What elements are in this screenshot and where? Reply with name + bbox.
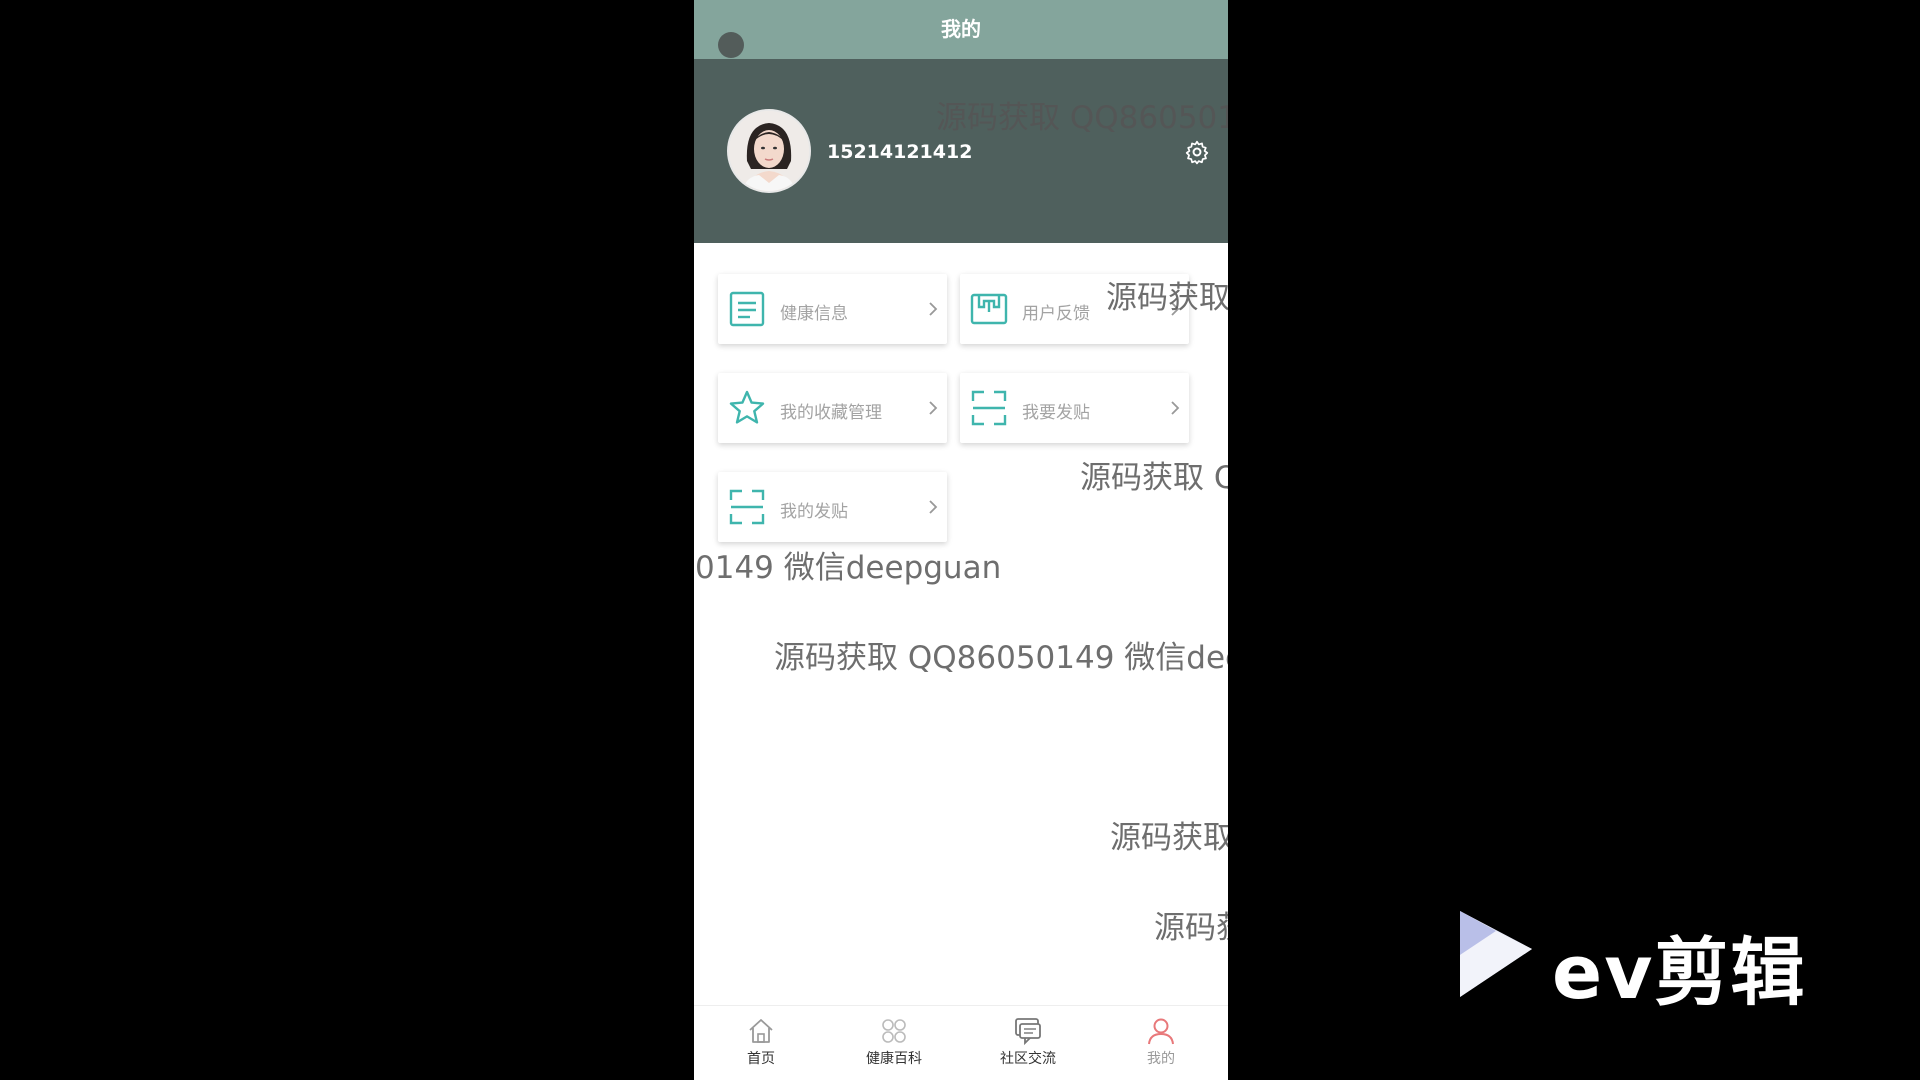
menu-label: 我要发贴 bbox=[1022, 403, 1090, 423]
ev-editor-watermark: ev剪辑 bbox=[1452, 905, 1832, 1016]
chat-icon bbox=[1015, 1018, 1041, 1046]
tab-health-wiki[interactable]: 健康百科 bbox=[839, 1016, 949, 1068]
page-title: 我的 bbox=[941, 17, 981, 41]
brand-text: ev剪辑 bbox=[1552, 930, 1807, 1016]
home-icon bbox=[749, 1019, 773, 1043]
tab-label: 首页 bbox=[747, 1051, 775, 1067]
tab-mine[interactable]: 我的 bbox=[1106, 1016, 1216, 1068]
menu-label: 用户反馈 bbox=[1022, 304, 1090, 324]
menu-favorites[interactable]: 我的收藏管理 bbox=[718, 373, 947, 443]
floating-dot[interactable] bbox=[718, 32, 744, 58]
watermark-text: 源码获取 Q bbox=[1080, 460, 1228, 496]
scan-frame-icon bbox=[729, 489, 765, 525]
tab-label: 我的 bbox=[1147, 1051, 1175, 1067]
menu-my-posts[interactable]: 我的发贴 bbox=[718, 472, 947, 542]
menu-label: 健康信息 bbox=[780, 304, 848, 324]
chevron-right-icon bbox=[929, 302, 938, 316]
watermark-text: 源码获取 bbox=[1106, 280, 1228, 316]
avatar[interactable] bbox=[727, 109, 811, 193]
tab-label: 健康百科 bbox=[866, 1051, 922, 1067]
watermark-text: 0149 微信deepguan bbox=[695, 550, 1002, 586]
phone-screen: 我的 15214121412 健康信息 用户反馈 我的收藏管理 我要发贴 我的发… bbox=[694, 0, 1228, 1080]
chevron-right-icon bbox=[929, 401, 938, 415]
document-icon bbox=[729, 291, 765, 327]
watermark-text: 源码获取 bbox=[1110, 820, 1228, 856]
tab-bar: 首页 健康百科 社区交流 我的 bbox=[694, 1005, 1228, 1080]
tab-community[interactable]: 社区交流 bbox=[973, 1016, 1083, 1068]
menu-label: 我的收藏管理 bbox=[780, 403, 882, 423]
watermark-text: 源码获 bbox=[1154, 910, 1228, 946]
user-icon bbox=[1148, 1018, 1174, 1045]
star-icon bbox=[729, 390, 765, 424]
scan-frame-icon bbox=[971, 390, 1007, 426]
tab-label: 社区交流 bbox=[1000, 1051, 1056, 1067]
watermark-text: 源码获取 QQ86050149 微信deep bbox=[774, 640, 1228, 676]
feedback-icon bbox=[970, 293, 1008, 325]
tab-home[interactable]: 首页 bbox=[706, 1016, 816, 1068]
gear-icon[interactable] bbox=[1184, 139, 1210, 165]
avatar-portrait-icon bbox=[729, 111, 809, 191]
watermark-text: 源码获取 QQ86050149 bbox=[936, 100, 1228, 136]
title-bar: 我的 bbox=[694, 0, 1228, 59]
username: 15214121412 bbox=[827, 141, 973, 163]
chevron-right-icon bbox=[929, 500, 938, 514]
chevron-right-icon bbox=[1171, 401, 1180, 415]
profile-header: 15214121412 bbox=[694, 59, 1228, 243]
play-logo-icon bbox=[1460, 911, 1532, 997]
grid-circles-icon bbox=[882, 1019, 906, 1043]
menu-label: 我的发贴 bbox=[780, 502, 848, 522]
menu-create-post[interactable]: 我要发贴 bbox=[960, 373, 1189, 443]
menu-health-info[interactable]: 健康信息 bbox=[718, 274, 947, 344]
